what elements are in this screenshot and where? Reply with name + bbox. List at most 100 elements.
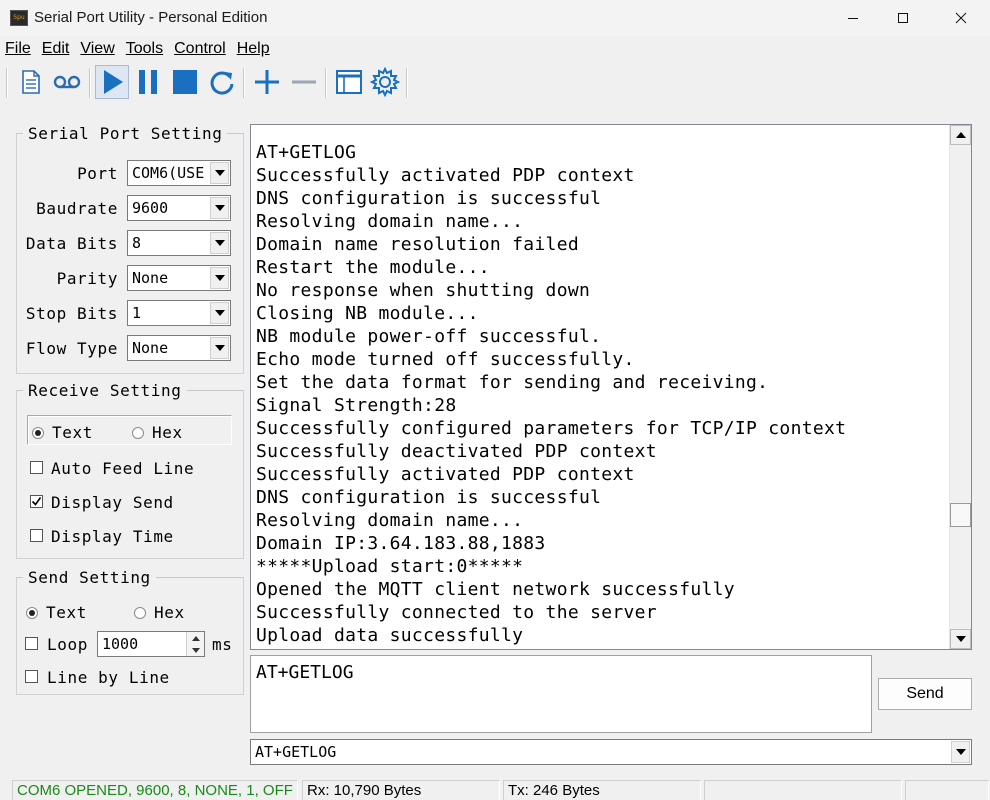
- send-hex-label: Hex: [154, 603, 185, 622]
- send-text-label: Text: [46, 603, 87, 622]
- receive-hex-label: Hex: [152, 423, 183, 442]
- data-bits-select[interactable]: 8: [127, 230, 231, 256]
- output-line: No response when shutting down: [256, 280, 591, 301]
- send-text-radio[interactable]: Text: [26, 603, 87, 622]
- window-title: Serial Port Utility - Personal Edition: [34, 9, 268, 26]
- menu-bar: File Edit View Tools Control Help: [0, 38, 990, 60]
- send-button[interactable]: Send: [878, 678, 972, 710]
- send-hex-radio[interactable]: Hex: [134, 603, 185, 622]
- menu-edit[interactable]: Edit: [37, 38, 76, 60]
- output-line: Domain name resolution failed: [256, 234, 579, 255]
- minimize-button[interactable]: [830, 0, 876, 36]
- status-bar: COM6 OPENED, 9600, 8, NONE, 1, OFF Rx: 1…: [0, 778, 990, 800]
- record-button[interactable]: [50, 65, 84, 99]
- settings-button[interactable]: [368, 65, 402, 99]
- auto-feed-line-checkbox[interactable]: [30, 461, 43, 474]
- remove-button[interactable]: [287, 65, 321, 99]
- data-bits-label: Data Bits: [25, 234, 118, 253]
- stop-bits-label: Stop Bits: [25, 304, 118, 323]
- port-select[interactable]: COM6(USE: [127, 160, 231, 186]
- auto-feed-line-label: Auto Feed Line: [51, 459, 195, 478]
- menu-help[interactable]: Help: [232, 38, 276, 60]
- status-tx: Tx: 246 Bytes: [503, 780, 701, 800]
- start-button[interactable]: [95, 65, 129, 99]
- flow-type-select[interactable]: None: [127, 335, 231, 361]
- parity-select[interactable]: None: [127, 265, 231, 291]
- output-line: DNS configuration is successful: [256, 188, 602, 209]
- start-icon: [104, 70, 123, 94]
- status-connection: COM6 OPENED, 9600, 8, NONE, 1, OFF: [12, 780, 298, 800]
- loop-interval-stepper[interactable]: 1000: [97, 631, 205, 657]
- stepper-up-icon[interactable]: [187, 632, 204, 644]
- settings-icon: [370, 67, 400, 97]
- stop-button[interactable]: [168, 65, 202, 99]
- chevron-down-icon: [210, 267, 229, 289]
- status-empty-cell: [704, 780, 902, 800]
- menu-file[interactable]: File: [0, 38, 37, 60]
- send-history-select[interactable]: AT+GETLOG: [250, 739, 972, 765]
- toolbar-separator: [243, 68, 245, 98]
- output-line: Signal Strength:28: [256, 395, 457, 416]
- baudrate-value: 9600: [132, 199, 169, 217]
- close-button[interactable]: [938, 0, 984, 36]
- line-by-line-checkbox[interactable]: [25, 670, 38, 683]
- output-line: NB module power-off successful.: [256, 326, 602, 347]
- add-icon: [255, 70, 279, 94]
- baudrate-label: Baudrate: [36, 199, 118, 218]
- add-button[interactable]: [250, 65, 284, 99]
- receive-output[interactable]: AT+GETLOG Successfully activated PDP cont…: [250, 124, 972, 650]
- toolbar-separator: [325, 68, 327, 98]
- radio-selected-icon: [26, 606, 38, 619]
- chevron-down-icon: [951, 741, 970, 763]
- baudrate-select[interactable]: 9600: [127, 195, 231, 221]
- port-value: COM6(USE: [132, 164, 205, 182]
- port-label: Port: [77, 164, 118, 183]
- receive-scrollbar[interactable]: [949, 125, 971, 649]
- flow-type-label: Flow Type: [25, 339, 118, 358]
- remove-icon: [292, 80, 316, 84]
- minimize-icon: [848, 18, 858, 19]
- output-line: Opened the MQTT client network successfu…: [256, 579, 735, 600]
- menu-control[interactable]: Control: [169, 38, 232, 60]
- send-history-value: AT+GETLOG: [255, 743, 337, 761]
- toolbar-separator: [89, 68, 91, 98]
- pause-button[interactable]: [131, 65, 165, 99]
- scroll-up-button[interactable]: [950, 125, 971, 145]
- scroll-down-button[interactable]: [950, 629, 971, 649]
- scroll-thumb[interactable]: [950, 503, 971, 527]
- maximize-button[interactable]: [880, 0, 926, 36]
- refresh-button[interactable]: [205, 65, 239, 99]
- receive-text-label: Text: [52, 423, 93, 442]
- receive-hex-radio[interactable]: Hex: [132, 423, 183, 442]
- new-document-icon: [22, 70, 40, 94]
- radio-selected-icon: [32, 426, 44, 439]
- window-button[interactable]: [332, 65, 366, 99]
- display-send-checkbox[interactable]: [30, 495, 43, 508]
- parity-label: Parity: [56, 269, 118, 288]
- menu-view[interactable]: View: [75, 38, 120, 60]
- output-line: Closing NB module...: [256, 303, 479, 324]
- receive-text-radio[interactable]: Text: [32, 423, 93, 442]
- refresh-icon: [210, 71, 234, 95]
- menu-tools[interactable]: Tools: [121, 38, 169, 60]
- output-line: Successfully activated PDP context: [256, 464, 635, 485]
- stepper-down-icon[interactable]: [187, 644, 204, 656]
- flow-type-value: None: [132, 339, 169, 357]
- output-line: *****Upload start:0*****: [256, 556, 524, 577]
- send-input[interactable]: AT+GETLOG: [250, 655, 872, 733]
- chevron-down-icon: [210, 197, 229, 219]
- display-time-label: Display Time: [51, 527, 174, 546]
- display-time-checkbox[interactable]: [30, 529, 43, 542]
- loop-checkbox[interactable]: [25, 637, 38, 650]
- record-icon: [53, 75, 81, 89]
- stop-bits-select[interactable]: 1: [127, 300, 231, 326]
- send-setting-legend: Send Setting: [28, 568, 151, 587]
- toolbar: [0, 62, 990, 102]
- output-line: Successfully deactivated PDP context: [256, 441, 657, 462]
- radio-empty-icon: [132, 426, 144, 439]
- output-line: Domain IP:3.64.183.88,1883: [256, 533, 546, 554]
- loop-unit-label: ms: [212, 635, 233, 654]
- app-logo-icon: Spu: [10, 10, 28, 26]
- output-line: DNS configuration is successful: [256, 487, 602, 508]
- new-document-button[interactable]: [14, 65, 48, 99]
